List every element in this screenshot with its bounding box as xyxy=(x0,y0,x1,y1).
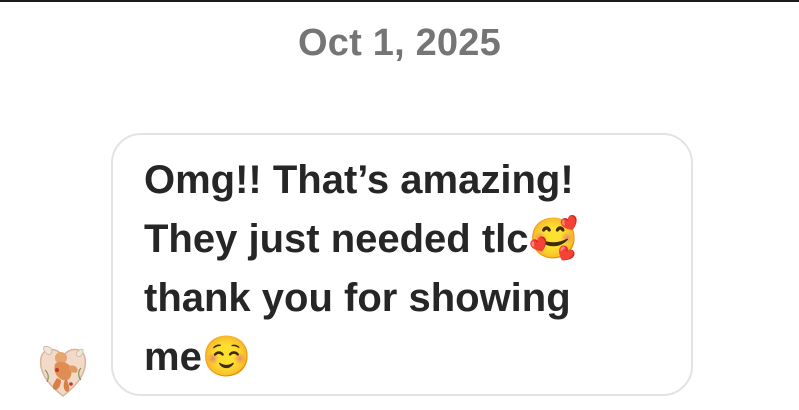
message-bubble[interactable]: Omg!! That’s amazing! They just needed t… xyxy=(111,133,693,396)
message-text: Omg!! That’s amazing! They just needed t… xyxy=(144,158,579,379)
date-separator: Oct 1, 2025 xyxy=(298,22,501,64)
sender-avatar[interactable] xyxy=(37,340,89,400)
top-divider xyxy=(0,0,799,2)
cherub-heart-icon xyxy=(39,346,87,397)
